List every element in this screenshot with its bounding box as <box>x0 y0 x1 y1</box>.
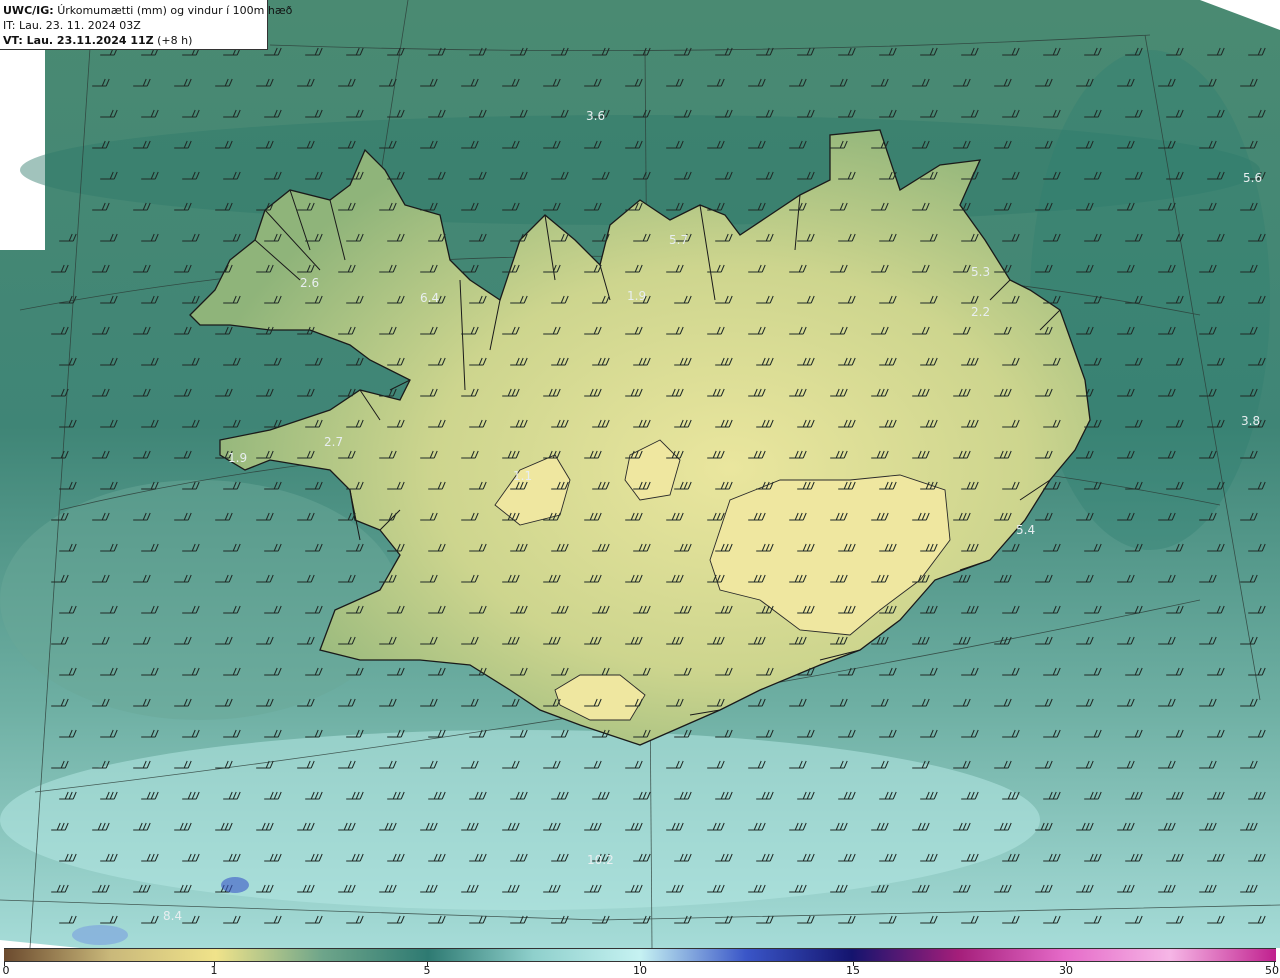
value-label: 2.2 <box>971 305 990 319</box>
model-name: UWC/IG: <box>3 4 54 17</box>
colorbar-strip <box>4 948 1276 962</box>
value-label: 5.4 <box>1016 523 1035 537</box>
colorbar-tick-label: 10 <box>633 964 647 977</box>
colorbar-tick-label: 50 <box>1265 964 1279 977</box>
init-time: IT: Lau. 23. 11. 2024 03Z <box>3 19 141 32</box>
value-label: 5.7 <box>669 233 688 247</box>
value-label: 10.2 <box>587 853 614 867</box>
colorbar-tick-label: 15 <box>846 964 860 977</box>
colorbar-tick-label: 5 <box>423 964 431 977</box>
value-label: 2.6 <box>300 276 319 290</box>
colorbar-tick-label: 1 <box>210 964 218 977</box>
value-label: 1.1 <box>513 469 532 483</box>
colorbar-tick-label: 30 <box>1059 964 1073 977</box>
map-header: UWC/IG: Úrkomumætti (mm) og vindur í 100… <box>0 0 292 50</box>
weather-map[interactable]: 3.6 5.6 5.7 5.3 2.2 2.6 6.4 1.9 3.8 2.7 … <box>0 0 1280 948</box>
map-title: Úrkomumætti (mm) og vindur í 100m hæð <box>57 4 293 17</box>
value-label: 8.4 <box>163 909 182 923</box>
value-label: 6.4 <box>420 291 439 305</box>
value-label: 5.3 <box>971 265 990 279</box>
colorbar-tick-label: 0 <box>2 964 10 977</box>
value-label: 1.9 <box>627 289 646 303</box>
valid-time: VT: Lau. 23.11.2024 11Z <box>3 34 154 47</box>
colorbar: 0 1 5 10 15 30 50 <box>0 948 1280 978</box>
forecast-offset: (+8 h) <box>157 34 193 47</box>
value-label: 3.8 <box>1241 414 1260 428</box>
value-label: 2.7 <box>324 435 343 449</box>
value-label: 3.6 <box>586 109 605 123</box>
value-label: 5.6 <box>1243 171 1262 185</box>
value-label: 1.9 <box>228 451 247 465</box>
